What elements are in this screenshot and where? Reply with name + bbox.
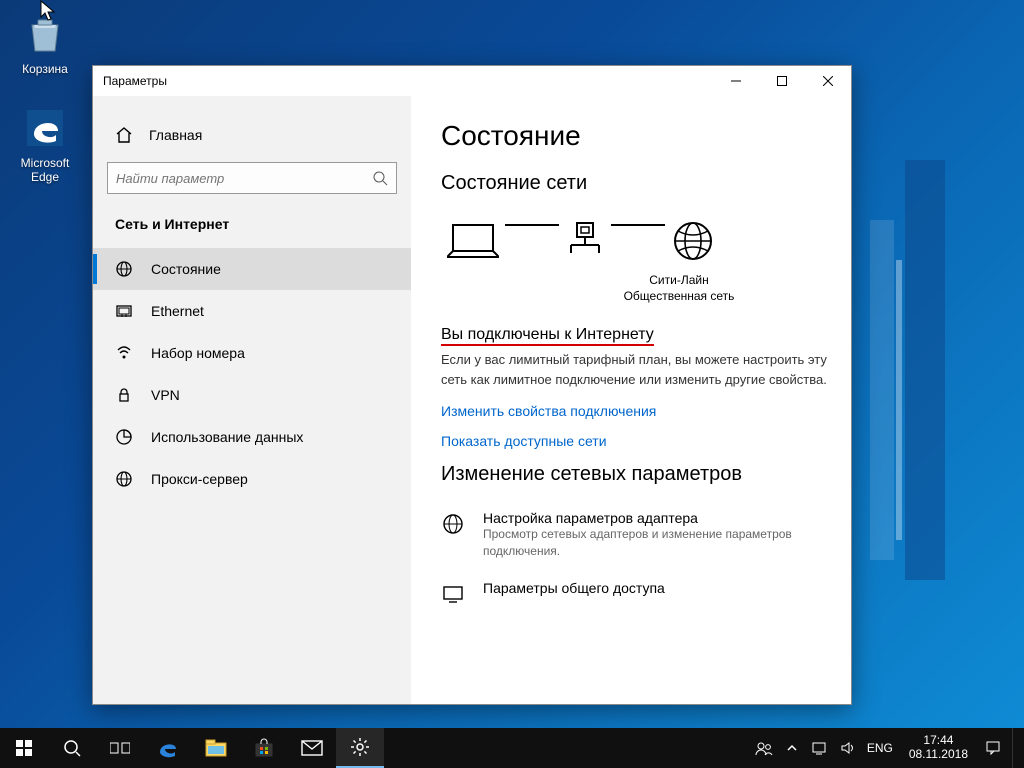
start-button[interactable] [0, 728, 48, 768]
connected-heading: Вы подключены к Интернету [441, 326, 654, 344]
sharing-icon [441, 580, 469, 606]
tray-chevron-up-icon[interactable] [783, 739, 801, 757]
adapter-icon [441, 510, 469, 560]
sidebar-item-label: Главная [149, 127, 202, 143]
search-input[interactable] [107, 162, 397, 194]
sidebar-item-vpn[interactable]: VPN [93, 374, 411, 416]
router-icon [565, 219, 605, 263]
taskbar-search-button[interactable] [48, 728, 96, 768]
system-tray: ENG 17:44 08.11.2018 [755, 728, 1024, 768]
show-desktop-button[interactable] [1012, 728, 1018, 768]
option-sharing-settings[interactable]: Параметры общего доступа [441, 574, 827, 620]
network-name: Сити-Лайн [531, 273, 827, 289]
proxy-icon [115, 470, 133, 488]
diagram-line [611, 224, 665, 226]
maximize-button[interactable] [759, 66, 805, 96]
sidebar-item-status[interactable]: Состояние [93, 248, 411, 290]
sidebar-item-proxy[interactable]: Прокси-сервер [93, 458, 411, 500]
edge-icon [21, 104, 69, 152]
tray-time: 17:44 [909, 734, 968, 748]
sidebar-item-label: VPN [151, 387, 180, 403]
people-icon[interactable] [755, 739, 773, 757]
sidebar-item-home[interactable]: Главная [93, 126, 411, 162]
taskbar-app-edge[interactable] [144, 728, 192, 768]
network-status-heading: Состояние сети [441, 172, 827, 195]
tray-clock[interactable]: 17:44 08.11.2018 [903, 734, 974, 762]
network-type: Общественная сеть [531, 289, 827, 305]
status-icon [115, 260, 133, 278]
tray-language[interactable]: ENG [867, 741, 893, 755]
taskbar-app-mail[interactable] [288, 728, 336, 768]
sidebar-item-dialup[interactable]: Набор номера [93, 332, 411, 374]
option-title: Настройка параметров адаптера [483, 510, 823, 526]
connected-body: Если у вас лимитный тарифный план, вы мо… [441, 350, 827, 389]
option-adapter-settings[interactable]: Настройка параметров адаптера Просмотр с… [441, 504, 827, 574]
pc-icon [447, 219, 499, 263]
home-icon [115, 126, 133, 144]
sidebar-item-data-usage[interactable]: Использование данных [93, 416, 411, 458]
sidebar-item-ethernet[interactable]: Ethernet [93, 290, 411, 332]
window-title: Параметры [103, 74, 167, 88]
close-button[interactable] [805, 66, 851, 96]
mouse-cursor [40, 0, 58, 22]
task-view-button[interactable] [96, 728, 144, 768]
search-icon [372, 170, 388, 186]
ethernet-icon [115, 302, 133, 320]
network-diagram [441, 213, 827, 273]
content-pane: Состояние Состояние сети Сити-Лайн Общес… [411, 96, 851, 704]
sidebar-item-label: Ethernet [151, 303, 204, 319]
desktop-icon-label: Microsoft Edge [5, 156, 85, 184]
taskbar-app-store[interactable] [240, 728, 288, 768]
option-title: Параметры общего доступа [483, 580, 665, 596]
link-change-connection-props[interactable]: Изменить свойства подключения [441, 403, 827, 419]
sidebar-item-label: Набор номера [151, 345, 245, 361]
network-tray-icon[interactable] [811, 739, 829, 757]
change-network-params-heading: Изменение сетевых параметров [441, 463, 827, 486]
globe-icon [671, 219, 715, 263]
settings-window: Параметры Главная Сеть [92, 65, 852, 705]
action-center-icon[interactable] [984, 739, 1002, 757]
sidebar-item-label: Использование данных [151, 429, 303, 445]
volume-tray-icon[interactable] [839, 739, 857, 757]
sidebar-item-label: Прокси-сервер [151, 471, 248, 487]
page-title: Состояние [441, 120, 827, 152]
minimize-button[interactable] [713, 66, 759, 96]
desktop-icon-label: Корзина [5, 62, 85, 76]
dialup-icon [115, 344, 133, 362]
titlebar[interactable]: Параметры [93, 66, 851, 96]
option-desc: Просмотр сетевых адаптеров и изменение п… [483, 526, 823, 560]
sidebar-category: Сеть и Интернет [93, 216, 411, 248]
search-field[interactable] [116, 171, 372, 186]
data-usage-icon [115, 428, 133, 446]
taskbar: ENG 17:44 08.11.2018 [0, 728, 1024, 768]
taskbar-app-explorer[interactable] [192, 728, 240, 768]
vpn-icon [115, 386, 133, 404]
desktop-icon-edge[interactable]: Microsoft Edge [5, 104, 85, 184]
tray-date: 08.11.2018 [909, 748, 968, 762]
sidebar: Главная Сеть и Интернет Состояние Ethern… [93, 96, 411, 704]
diagram-line [505, 224, 559, 226]
sidebar-item-label: Состояние [151, 261, 221, 277]
link-show-available-networks[interactable]: Показать доступные сети [441, 433, 827, 449]
taskbar-app-settings[interactable] [336, 728, 384, 768]
